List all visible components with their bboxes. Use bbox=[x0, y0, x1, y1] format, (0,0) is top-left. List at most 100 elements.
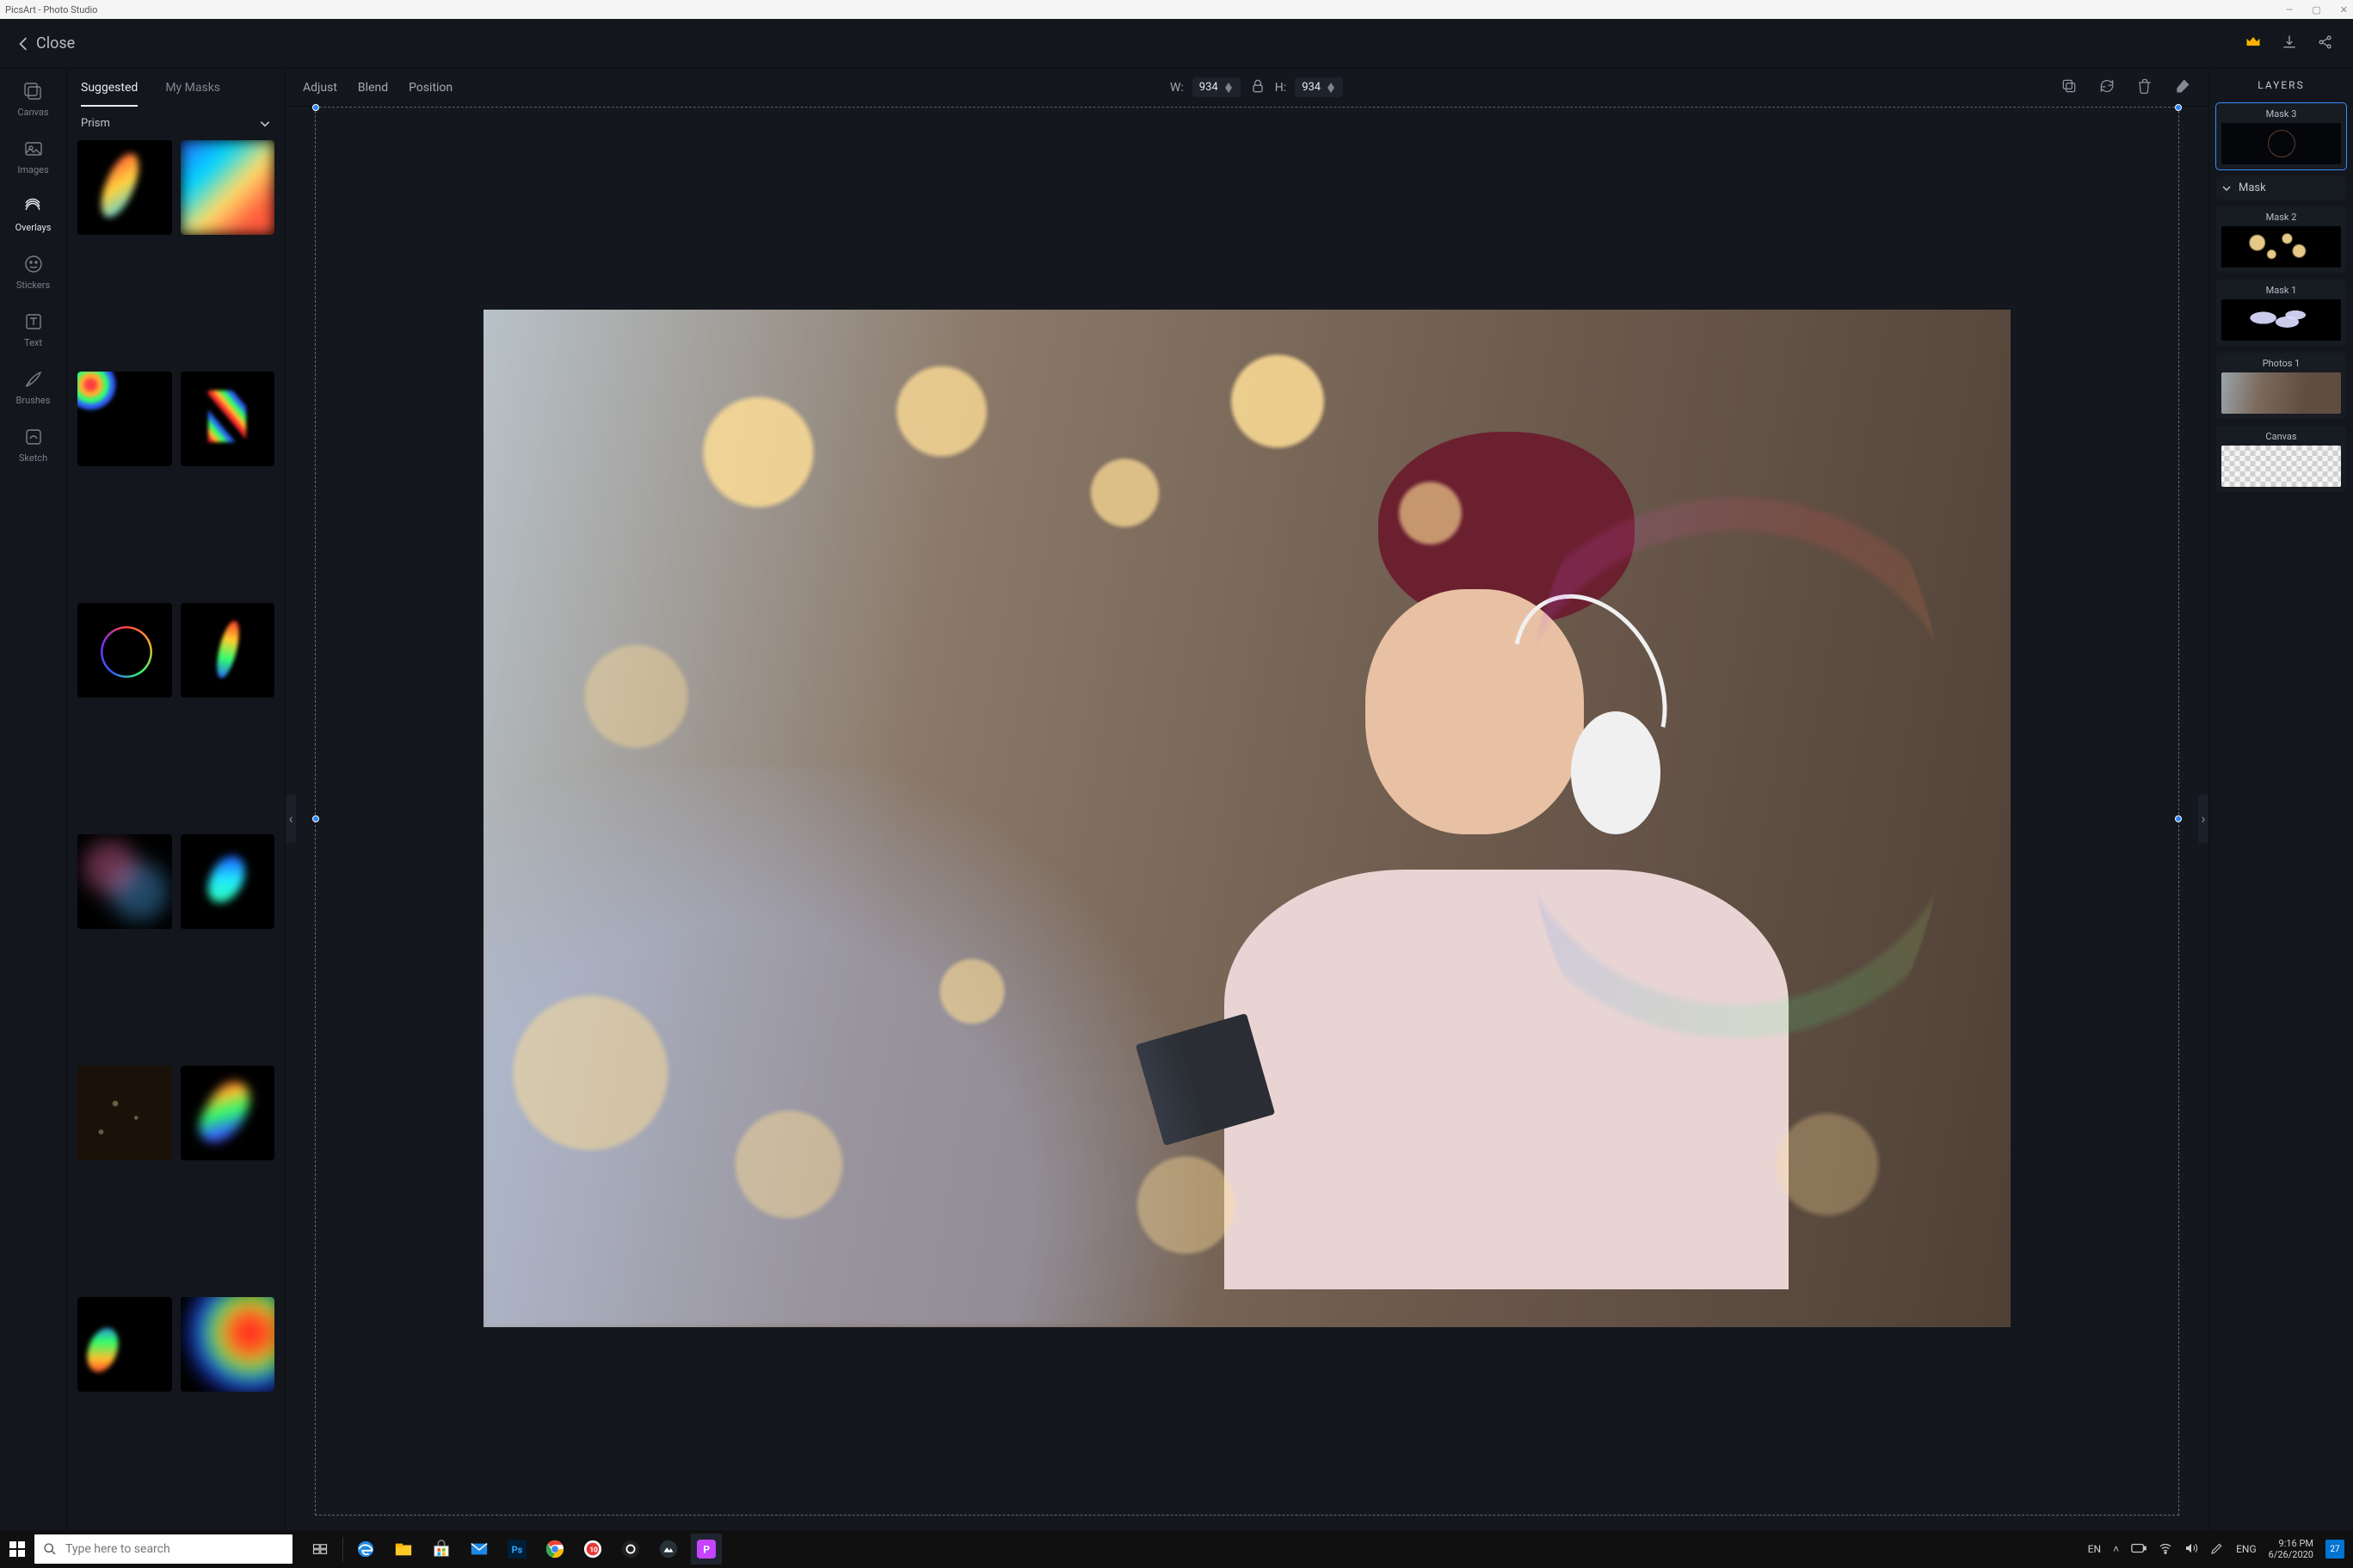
taskbar-app-generic3[interactable] bbox=[653, 1534, 684, 1565]
start-button[interactable] bbox=[0, 1530, 34, 1568]
taskbar-app-chrome[interactable] bbox=[539, 1534, 570, 1565]
layer-thumb bbox=[2221, 123, 2341, 164]
taskbar-app-store[interactable] bbox=[426, 1534, 457, 1565]
overlay-thumb[interactable] bbox=[181, 834, 275, 929]
collapse-right-panel-button[interactable]: › bbox=[2198, 795, 2208, 843]
overlay-thumb[interactable] bbox=[181, 372, 275, 466]
tray-lang1[interactable]: EN bbox=[2088, 1543, 2101, 1555]
search-icon bbox=[43, 1542, 57, 1556]
tray-notif-count: 27 bbox=[2330, 1545, 2339, 1554]
tray-volume-icon[interactable] bbox=[2184, 1541, 2198, 1558]
layer-name: Photos 1 bbox=[2221, 358, 2341, 369]
tool-canvas[interactable]: Canvas bbox=[17, 81, 48, 118]
brushes-icon bbox=[23, 369, 44, 390]
category-label: Prism bbox=[81, 117, 110, 130]
mask-section-toggle[interactable]: Mask bbox=[2216, 176, 2346, 200]
delete-icon[interactable] bbox=[2136, 77, 2153, 98]
layer-thumb bbox=[2221, 299, 2341, 341]
tool-images[interactable]: Images bbox=[17, 138, 48, 175]
tray-time: 9:16 PM bbox=[2279, 1538, 2313, 1549]
collapse-left-panel-button[interactable]: ‹ bbox=[286, 795, 296, 843]
chevron-down-icon bbox=[259, 118, 271, 130]
height-stepper[interactable] bbox=[1327, 83, 1334, 93]
taskbar-app-edge[interactable] bbox=[350, 1534, 381, 1565]
duplicate-icon[interactable] bbox=[2060, 77, 2078, 98]
category-dropdown[interactable]: Prism bbox=[67, 107, 285, 140]
tab-position[interactable]: Position bbox=[409, 81, 453, 95]
taskbar-search[interactable] bbox=[34, 1534, 293, 1564]
canvas-image[interactable] bbox=[484, 310, 2011, 1327]
overlay-thumb[interactable] bbox=[181, 140, 275, 235]
tool-overlays-label: Overlays bbox=[15, 222, 52, 233]
lock-aspect-icon[interactable] bbox=[1249, 77, 1266, 98]
tray-lang2[interactable]: ENG bbox=[2236, 1543, 2257, 1555]
overlay-thumb[interactable] bbox=[77, 603, 172, 698]
overlay-thumb[interactable] bbox=[77, 140, 172, 235]
taskbar-app-mail[interactable] bbox=[464, 1534, 495, 1565]
overlays-icon bbox=[22, 196, 43, 217]
taskbar-app-explorer[interactable] bbox=[388, 1534, 419, 1565]
system-tray: EN ˄ ENG 9:16 PM 6/26/2020 27 bbox=[2088, 1538, 2353, 1560]
tab-mymasks[interactable]: My Masks bbox=[165, 81, 220, 107]
selection-handle[interactable] bbox=[312, 815, 319, 822]
tool-stickers[interactable]: Stickers bbox=[16, 254, 50, 291]
task-view-icon[interactable] bbox=[305, 1534, 336, 1565]
taskbar-app-generic2[interactable] bbox=[615, 1534, 646, 1565]
refresh-icon[interactable] bbox=[2098, 77, 2116, 98]
window-maximize-icon[interactable]: ▢ bbox=[2312, 4, 2320, 15]
sketch-icon bbox=[23, 427, 44, 447]
overlay-thumbnail-grid bbox=[67, 140, 285, 1530]
tab-suggested[interactable]: Suggested bbox=[81, 81, 138, 107]
share-icon[interactable] bbox=[2317, 34, 2334, 54]
windows-icon bbox=[9, 1541, 25, 1557]
layer-item[interactable]: Mask 2 bbox=[2216, 206, 2346, 273]
selection-handle[interactable] bbox=[312, 104, 319, 111]
close-button[interactable]: Close bbox=[19, 34, 75, 52]
download-icon[interactable] bbox=[2281, 34, 2298, 54]
overlay-thumb[interactable] bbox=[77, 1297, 172, 1392]
taskbar-search-input[interactable] bbox=[65, 1542, 284, 1556]
layer-item[interactable]: Mask 1 bbox=[2216, 280, 2346, 346]
window-minimize-icon[interactable]: — bbox=[2286, 4, 2294, 15]
width-value: 934 bbox=[1199, 81, 1218, 94]
width-stepper[interactable] bbox=[1225, 83, 1232, 93]
overlay-thumb[interactable] bbox=[77, 1066, 172, 1160]
selection-handle[interactable] bbox=[2175, 104, 2182, 111]
overlay-thumb[interactable] bbox=[77, 834, 172, 929]
width-input[interactable]: 934 bbox=[1192, 77, 1241, 97]
taskbar-separator bbox=[342, 1537, 343, 1561]
eraser-icon[interactable] bbox=[2174, 77, 2191, 98]
tab-adjust[interactable]: Adjust bbox=[303, 81, 337, 95]
window-close-icon[interactable]: ✕ bbox=[2340, 4, 2348, 15]
tray-battery-icon[interactable] bbox=[2131, 1543, 2147, 1556]
overlay-thumb[interactable] bbox=[181, 1066, 275, 1160]
tray-notifications[interactable]: 27 bbox=[2325, 1540, 2344, 1559]
layer-item[interactable]: Photos 1 bbox=[2216, 353, 2346, 419]
height-input[interactable]: 934 bbox=[1295, 77, 1343, 97]
tray-wifi-icon[interactable] bbox=[2159, 1541, 2172, 1558]
selection-handle[interactable] bbox=[2175, 815, 2182, 822]
chevron-left-icon bbox=[19, 37, 28, 51]
tab-blend[interactable]: Blend bbox=[358, 81, 388, 95]
overlay-thumb[interactable] bbox=[77, 372, 172, 466]
layer-name: Mask 1 bbox=[2221, 285, 2341, 296]
layer-item[interactable]: Mask 3 bbox=[2216, 103, 2346, 169]
overlay-thumb[interactable] bbox=[181, 603, 275, 698]
canvas-holder[interactable]: ‹ › bbox=[286, 107, 2208, 1530]
tray-pen-icon[interactable] bbox=[2210, 1541, 2224, 1558]
taskbar-app-picsart[interactable]: P bbox=[691, 1534, 722, 1565]
photo-overlay-bokeh bbox=[484, 310, 2011, 1327]
tool-brushes[interactable]: Brushes bbox=[16, 369, 51, 406]
taskbar-app-generic1[interactable]: 10 bbox=[577, 1534, 608, 1565]
tray-chevron-up-icon[interactable]: ˄ bbox=[2113, 1543, 2119, 1555]
tool-overlays[interactable]: Overlays bbox=[15, 196, 52, 233]
tray-clock[interactable]: 9:16 PM 6/26/2020 bbox=[2269, 1538, 2313, 1560]
layer-item[interactable]: Canvas bbox=[2216, 426, 2346, 492]
layer-name: Mask 2 bbox=[2221, 212, 2341, 223]
overlay-thumb[interactable] bbox=[181, 1297, 275, 1392]
height-label: H: bbox=[1275, 81, 1286, 95]
tool-text[interactable]: Text bbox=[23, 311, 44, 348]
crown-icon[interactable] bbox=[2245, 34, 2262, 54]
tool-sketch[interactable]: Sketch bbox=[19, 427, 47, 464]
taskbar-app-photoshop[interactable]: Ps bbox=[502, 1534, 533, 1565]
